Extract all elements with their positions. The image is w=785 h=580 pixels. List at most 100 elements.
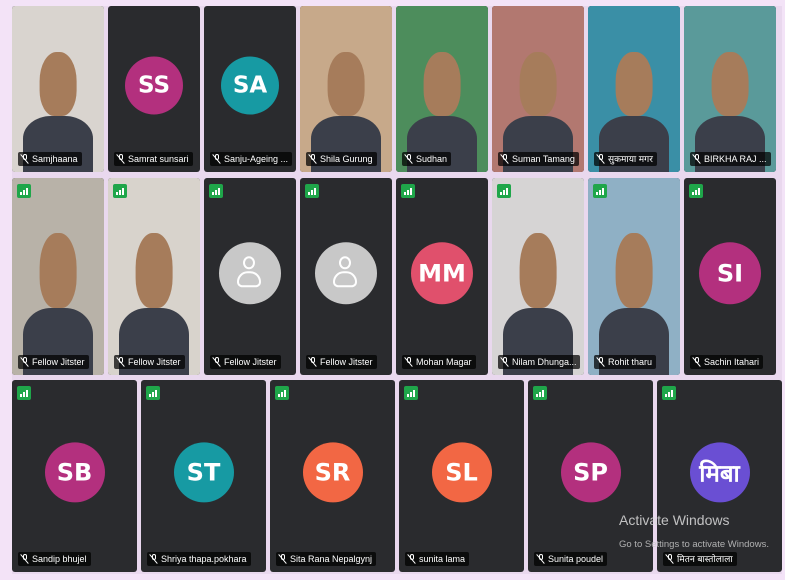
connection-signal-icon xyxy=(497,184,511,198)
participant-name-label: Samjhaana xyxy=(18,152,82,166)
participant-avatar: SR xyxy=(302,442,363,503)
participant-name-label: Sunita poudel xyxy=(534,552,608,566)
mic-muted-icon xyxy=(150,554,158,564)
participant-tile[interactable]: SA Sanju-Ageing ... xyxy=(204,6,296,172)
participant-tile[interactable]: Shila Gurung xyxy=(300,6,392,172)
participant-tile[interactable]: Suman Tamang xyxy=(492,6,584,172)
connection-signal-icon xyxy=(305,184,319,198)
connection-signal-icon xyxy=(404,386,418,400)
participant-avatar: SI xyxy=(699,241,761,304)
connection-signal-icon xyxy=(146,386,160,400)
participant-tile[interactable]: Nilam Dhunga... xyxy=(492,178,584,375)
connection-signal-icon xyxy=(209,184,223,198)
participant-tile[interactable]: Fellow Jitster xyxy=(12,178,104,375)
participant-name: Rohit tharu xyxy=(608,357,653,367)
mic-muted-icon xyxy=(537,554,545,564)
mic-muted-icon xyxy=(666,554,674,564)
participant-tile[interactable]: ST Shriya thapa.pokhara xyxy=(141,380,266,572)
participant-video xyxy=(12,178,104,375)
participant-name: BIRKHA RAJ ... xyxy=(704,154,767,164)
participant-name-label: Fellow Jitster xyxy=(306,355,377,369)
connection-signal-icon xyxy=(113,184,127,198)
participant-tile[interactable]: SS Samrat sunsari xyxy=(108,6,200,172)
participant-tile[interactable]: SB Sandip bhujel xyxy=(12,380,137,572)
participant-tile[interactable]: Fellow Jitster xyxy=(204,178,296,375)
participant-tile[interactable]: Rohit tharu xyxy=(588,178,680,375)
participant-name: sunita lama xyxy=(419,554,466,564)
participant-avatar: ST xyxy=(173,442,234,503)
participant-name: Shriya thapa.pokhara xyxy=(161,554,247,564)
participant-name: Fellow Jitster xyxy=(320,357,373,367)
mic-muted-icon xyxy=(117,154,125,164)
participant-tile[interactable]: MM Mohan Magar xyxy=(396,178,488,375)
mic-muted-icon xyxy=(21,357,29,367)
participant-tile[interactable]: SL sunita lama xyxy=(399,380,524,572)
participant-name-label: Shila Gurung xyxy=(306,152,377,166)
participant-name: Sunita poudel xyxy=(548,554,604,564)
participant-tile[interactable]: SR Sita Rana Nepalgynj xyxy=(270,380,395,572)
activate-windows-subtitle: Go to Settings to activate Windows. xyxy=(619,539,769,550)
participant-name-label: Rohit tharu xyxy=(594,355,657,369)
connection-signal-icon xyxy=(401,184,415,198)
participant-avatar: SS xyxy=(125,56,183,115)
participant-tile[interactable]: Sudhan xyxy=(396,6,488,172)
activate-windows-title: Activate Windows xyxy=(619,512,730,528)
participant-name-label: Fellow Jitster xyxy=(18,355,89,369)
mic-muted-icon xyxy=(501,357,509,367)
participant-avatar: SB xyxy=(44,442,105,503)
mic-muted-icon xyxy=(309,357,317,367)
participant-name: Samjhaana xyxy=(32,154,78,164)
mic-muted-icon xyxy=(279,554,287,564)
participant-video xyxy=(588,6,680,172)
participant-avatar: SP xyxy=(560,442,621,503)
participant-video xyxy=(588,178,680,375)
participant-tile[interactable]: BIRKHA RAJ ... xyxy=(684,6,776,172)
mic-muted-icon xyxy=(405,154,413,164)
person-placeholder-icon xyxy=(219,241,281,304)
mic-muted-icon xyxy=(213,154,221,164)
participant-name: Sudhan xyxy=(416,154,448,164)
participant-video xyxy=(108,178,200,375)
video-person-head xyxy=(519,233,557,309)
participant-name: Mohan Magar xyxy=(416,357,472,367)
connection-signal-icon xyxy=(593,184,607,198)
connection-signal-icon xyxy=(533,386,547,400)
connection-signal-icon xyxy=(275,386,289,400)
video-person-head xyxy=(423,52,461,116)
participant-name-label: Sudhan xyxy=(402,152,452,166)
participant-tile[interactable]: SI Sachin Itahari xyxy=(684,178,776,375)
participant-name-label: Sandip bhujel xyxy=(18,552,91,566)
participant-name-label: Mohan Magar xyxy=(402,355,476,369)
participant-name: Samrat sunsari xyxy=(128,154,189,164)
participant-name-label: Fellow Jitster xyxy=(210,355,281,369)
participant-tile[interactable]: Samjhaana xyxy=(12,6,104,172)
participant-row-1: Samjhaana SS Samrat sunsari SA Sanju-Ageing … xyxy=(12,6,776,172)
participant-name: Sachin Itahari xyxy=(704,357,760,367)
participant-name: Shila Gurung xyxy=(320,154,373,164)
video-person-head xyxy=(519,52,557,116)
participant-video xyxy=(684,6,776,172)
connection-signal-icon xyxy=(17,386,31,400)
connection-signal-icon xyxy=(689,184,703,198)
participant-video xyxy=(12,6,104,172)
mic-muted-icon xyxy=(213,357,221,367)
connection-signal-icon xyxy=(662,386,676,400)
connection-signal-icon xyxy=(17,184,31,198)
participant-name-label: Sanju-Ageing ... xyxy=(210,152,293,166)
participant-tile[interactable]: Fellow Jitster xyxy=(108,178,200,375)
participant-video xyxy=(492,178,584,375)
mic-muted-icon xyxy=(693,154,701,164)
participant-name-label: Fellow Jitster xyxy=(114,355,185,369)
participant-tile[interactable]: सुकमाया मगर xyxy=(588,6,680,172)
participant-avatar: SA xyxy=(221,56,279,115)
participant-tile[interactable]: Fellow Jitster xyxy=(300,178,392,375)
participant-name-label: Suman Tamang xyxy=(498,152,579,166)
mic-muted-icon xyxy=(597,154,605,164)
participant-name-label: BIRKHA RAJ ... xyxy=(690,152,771,166)
participant-name-label: Sita Rana Nepalgynj xyxy=(276,552,377,566)
participant-video xyxy=(396,6,488,172)
participant-name-label: Sachin Itahari xyxy=(690,355,764,369)
participant-name-label: Samrat sunsari xyxy=(114,152,193,166)
participant-video xyxy=(492,6,584,172)
mic-muted-icon xyxy=(21,154,29,164)
